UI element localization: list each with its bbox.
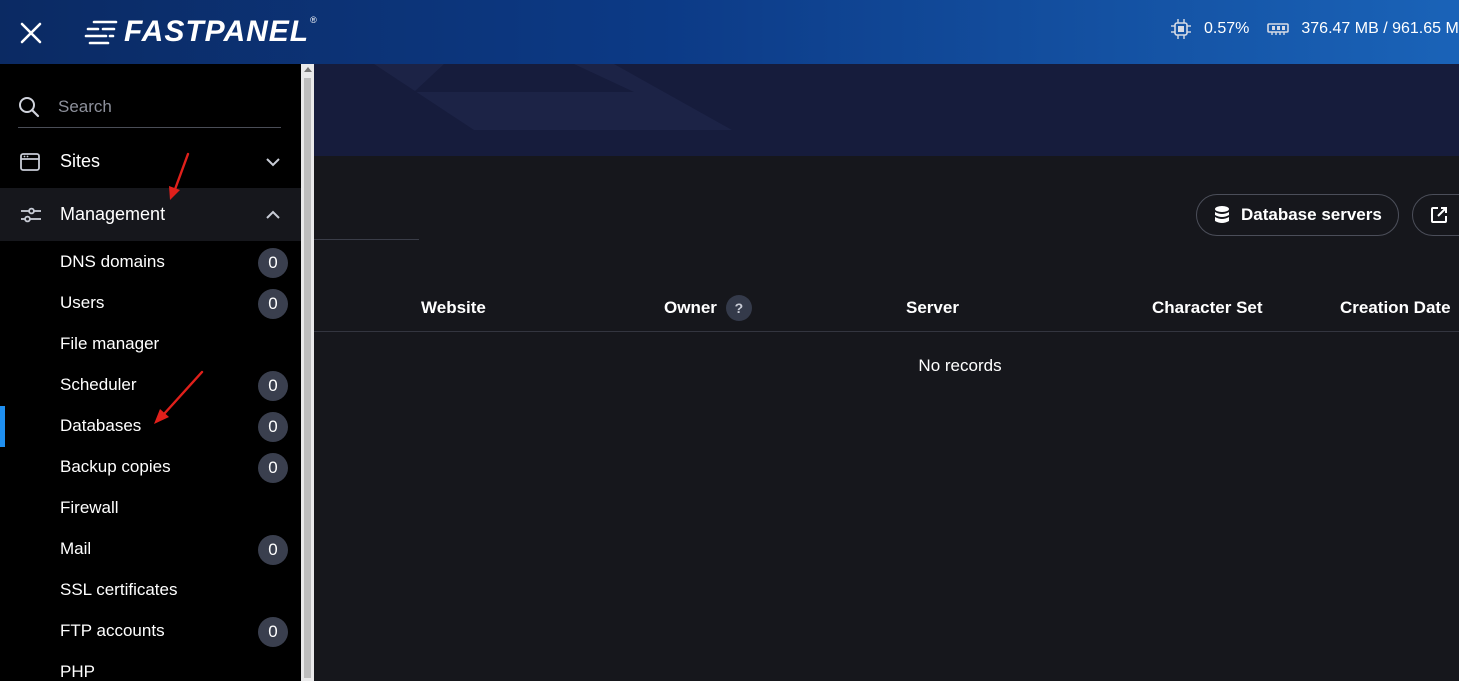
chevron-up-icon [266,210,280,219]
count-badge: 0 [258,535,288,565]
database-icon [1215,206,1229,223]
sidebar-item-file-manager[interactable]: File manager [0,324,301,365]
sidebar-item-scheduler[interactable]: Scheduler 0 [0,365,301,406]
logo-text: FASTPANEL [124,15,310,48]
column-server[interactable]: Server [906,284,959,332]
search-input[interactable] [58,96,258,117]
external-link-icon [1431,207,1447,223]
sidebar-item-label: DNS domains [60,252,165,271]
top-bar: FASTPANEL ® 0.57% 376.47 MB / 961.65 MB [0,0,1459,64]
active-indicator [0,406,5,447]
sidebar-item-users[interactable]: Users 0 [0,283,301,324]
column-creation-date[interactable]: Creation Date [1340,284,1451,332]
tab-underline [314,239,419,240]
sidebar-section-label: Management [60,204,166,224]
banner-decoration [374,64,732,130]
count-badge: 0 [258,289,288,319]
browser-window-icon [20,152,40,171]
count-badge: 0 [258,453,288,483]
sidebar-item-label: Scheduler [60,375,137,394]
sidebar-scrollbar[interactable] [301,64,314,681]
database-servers-button[interactable]: Database servers [1196,194,1399,236]
empty-state-text: No records [918,356,1002,375]
sidebar-item-backup-copies[interactable]: Backup copies 0 [0,447,301,488]
column-owner-label: Owner [664,298,717,317]
scroll-thumb[interactable] [304,78,311,678]
ram-icon [1267,23,1290,35]
sidebar-item-label: FTP accounts [60,621,165,640]
server-stats: 0.57% 376.47 MB / 961.65 MB [1170,18,1459,40]
database-servers-label: Database servers [1241,205,1382,224]
sidebar-item-mail[interactable]: Mail 0 [0,529,301,570]
cpu-stat: 0.57% [1170,18,1249,40]
sidebar-item-ftp-accounts[interactable]: FTP accounts 0 [0,611,301,652]
sidebar: Sites Management DNS domains 0 Users 0 F… [0,64,301,681]
cpu-value: 0.57% [1204,20,1250,37]
column-character-set[interactable]: Character Set [1152,284,1263,332]
search-icon [19,96,40,117]
count-badge: 0 [258,412,288,442]
sidebar-item-firewall[interactable]: Firewall [0,488,301,529]
count-badge: 0 [258,371,288,401]
sidebar-item-label: Mail [60,539,92,558]
sidebar-item-label: File manager [60,334,160,353]
count-badge: 0 [258,248,288,278]
logo-lines-icon [84,20,118,45]
sidebar-section-label: Sites [60,151,101,171]
sidebar-item-php[interactable]: PHP [0,652,301,681]
table-header: Website Owner ? Server Character Set Cre… [314,284,1459,332]
scroll-up-icon[interactable] [304,67,312,72]
sidebar-item-label: Databases [60,416,142,435]
chevron-down-icon [266,157,280,166]
sidebar-item-databases[interactable]: Databases 0 [0,406,301,447]
sidebar-item-label: Users [60,293,105,312]
sidebar-item-label: SSL certificates [60,580,178,599]
column-owner[interactable]: Owner ? [664,284,752,332]
main-content: Database servers Website Owner ? Server … [314,156,1459,681]
column-website[interactable]: Website [421,284,486,332]
ram-stat: 376.47 MB / 961.65 MB [1267,20,1459,38]
sidebar-item-ssl-certificates[interactable]: SSL certificates [0,570,301,611]
open-external-button[interactable] [1412,194,1459,236]
ram-value: 376.47 MB / 961.65 MB [1301,20,1459,37]
sidebar-section-management[interactable]: Management [0,188,301,241]
help-icon[interactable]: ? [725,295,752,321]
close-icon[interactable] [14,16,48,50]
sidebar-search[interactable] [18,86,281,128]
sidebar-item-label: Backup copies [60,457,171,476]
count-badge: 0 [258,617,288,647]
sliders-icon [21,207,41,222]
sidebar-section-sites[interactable]: Sites [0,135,301,188]
sidebar-item-label: PHP [60,662,95,681]
cpu-icon [1171,19,1191,39]
sidebar-item-dns-domains[interactable]: DNS domains 0 [0,242,301,283]
hero-banner [314,64,1459,156]
fastpanel-logo[interactable]: FASTPANEL ® [84,14,317,50]
sidebar-item-label: Firewall [60,498,119,517]
registered-mark: ® [310,15,317,25]
